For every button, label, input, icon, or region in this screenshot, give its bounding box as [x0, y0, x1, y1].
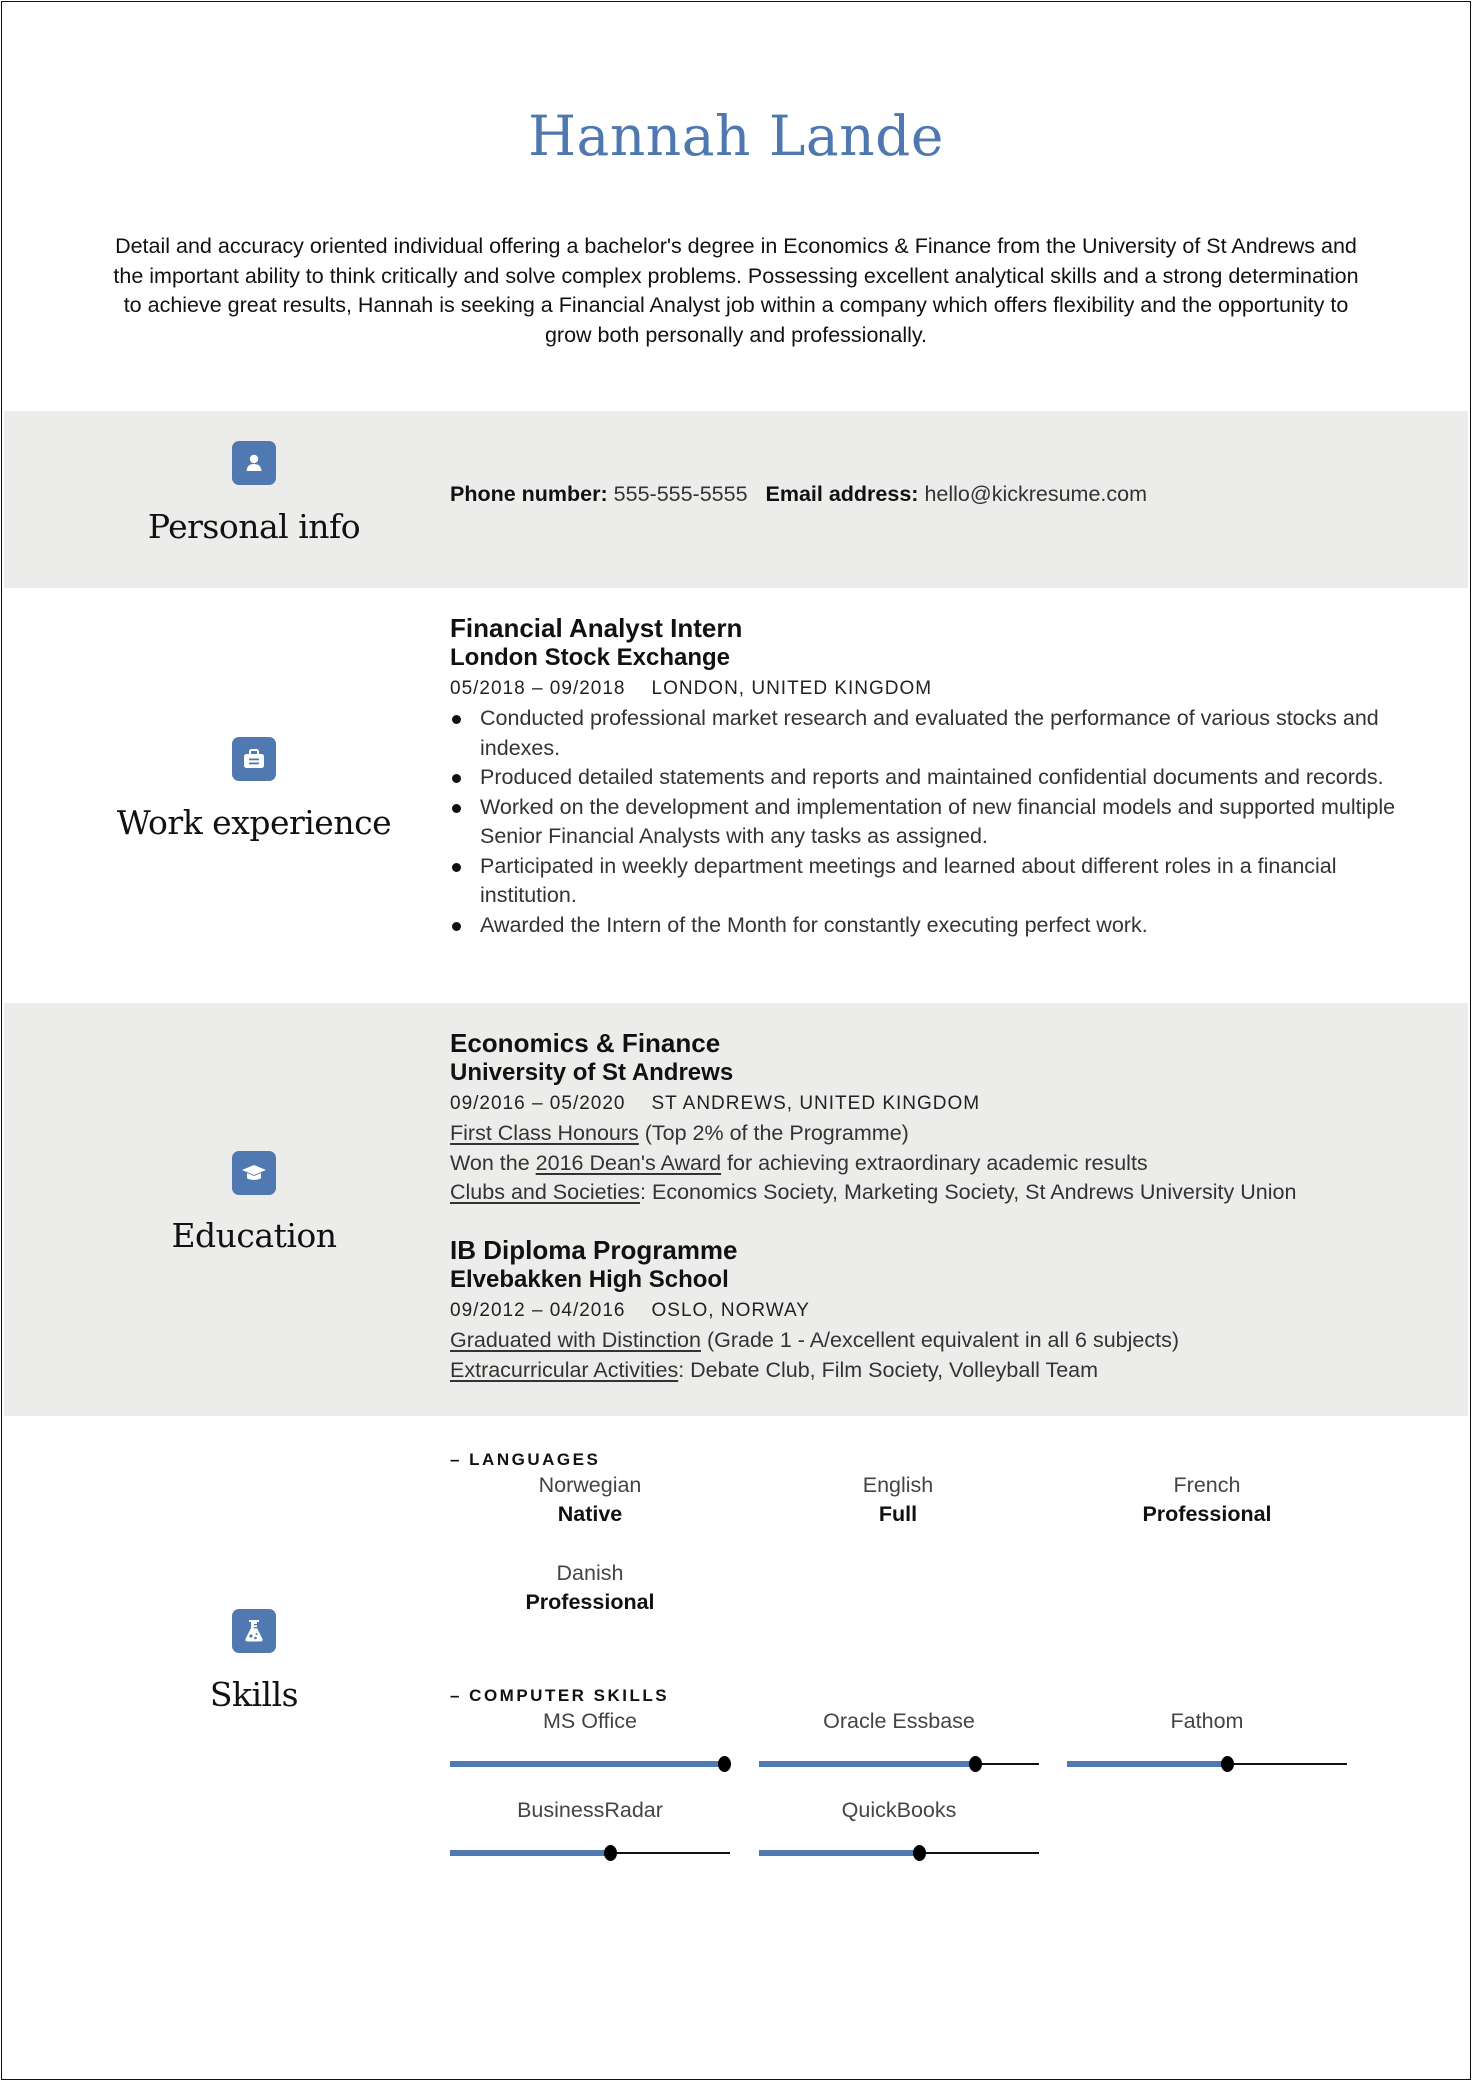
detail-text: (Top 2% of the Programme)	[638, 1121, 909, 1145]
skill-fill	[450, 1761, 725, 1767]
section-title-education: Education	[171, 1216, 337, 1255]
detail-text: : Debate Club, Film Society, Volleyball …	[678, 1357, 1099, 1382]
language-name: French	[1173, 1473, 1241, 1497]
skill-name: BusinessRadar	[517, 1798, 663, 1822]
skill-knob	[912, 1845, 926, 1861]
briefcase-icon	[232, 737, 276, 781]
languages-heading: – LANGUAGES	[450, 1450, 601, 1469]
skill-item: BusinessRadar	[450, 1796, 730, 1862]
job-meta: 05/2018 – 09/2018 LONDON, UNITED KINGDOM	[450, 674, 1408, 704]
clubs-link[interactable]: Clubs and Societies	[450, 1180, 640, 1204]
summary-paragraph: Detail and accuracy oriented individual …	[113, 234, 1359, 347]
work-experience-section: Work experience Financial Analyst Intern…	[4, 588, 1468, 1003]
language-level: Full	[878, 1502, 918, 1526]
education-meta: 09/2016 – 05/2020 ST ANDREWS, UNITED KING…	[450, 1089, 1408, 1119]
degree: Economics & Finance	[450, 1028, 721, 1058]
skill-item: Oracle Essbase	[759, 1707, 1039, 1773]
skill-level-bar	[450, 1755, 732, 1773]
section-title-skills: Skills	[209, 1675, 299, 1714]
skill-fill	[1067, 1761, 1227, 1767]
skill-fill	[759, 1850, 919, 1856]
language-name: English	[862, 1473, 934, 1497]
education-entry: IB Diploma Programme Elvebakken High Sch…	[450, 1235, 1408, 1385]
skill-level-bar	[450, 1844, 730, 1862]
skill-item: Fathom	[1067, 1707, 1347, 1773]
personal-info-section: Personal info Phone number: 555-555-5555…	[4, 411, 1468, 588]
education-dates: 09/2012 – 04/2016	[450, 1300, 626, 1321]
phone-value: 555-555-5555	[613, 482, 748, 506]
skill-level-bar	[759, 1844, 1039, 1862]
activities-link[interactable]: Extracurricular Activities	[450, 1358, 678, 1382]
detail-text: for achieving extraordinary academic res…	[721, 1150, 1148, 1175]
honours-link[interactable]: First Class Honours	[450, 1121, 639, 1145]
language-item: French Professional	[1067, 1471, 1347, 1529]
education-location: ST ANDREWS, UNITED KINGDOM	[651, 1093, 981, 1114]
skill-level-bar	[759, 1755, 1039, 1773]
job-bullet: Awarded the Intern of the Month for cons…	[452, 911, 1408, 941]
job-bullet: Produced detailed statements and reports…	[452, 763, 1408, 793]
skill-knob	[718, 1756, 732, 1772]
skills-section: Skills – LANGUAGES Norwegian Native Engl…	[4, 1416, 1468, 2076]
school: University of St Andrews	[450, 1059, 734, 1086]
education-detail: First Class Honours (Top 2% of the Progr…	[450, 1119, 1408, 1149]
education-detail: Won the 2016 Dean's Award for achieving …	[450, 1149, 1408, 1179]
detail-text: (Grade 1 - A/excellent equivalent in all…	[700, 1328, 1179, 1352]
user-icon	[232, 441, 276, 485]
skill-fill	[450, 1850, 610, 1856]
education-section: Education Economics & Finance University…	[4, 1003, 1468, 1416]
contact-line: Phone number: 555-555-5555 Email address…	[450, 482, 1408, 507]
education-location: OSLO, NORWAY	[651, 1300, 810, 1321]
skill-item: MS Office	[450, 1707, 732, 1773]
computer-skills-heading: – COMPUTER SKILLS	[450, 1686, 670, 1705]
flask-icon	[232, 1609, 276, 1653]
language-level: Professional	[525, 1590, 655, 1614]
section-title-work-experience: Work experience	[116, 803, 392, 842]
job-bullets: Conducted professional market research a…	[450, 704, 1408, 940]
email-label: Email address:	[765, 482, 919, 506]
skill-name: Oracle Essbase	[823, 1709, 975, 1733]
detail-text: : Economics Society, Marketing Society, …	[640, 1180, 1297, 1204]
skill-level-bar	[1067, 1755, 1347, 1773]
job-bullet: Conducted professional market research a…	[452, 704, 1408, 763]
candidate-name: Hannah Lande	[528, 104, 944, 168]
skill-item: QuickBooks	[759, 1796, 1039, 1862]
language-item: Norwegian Native	[450, 1471, 730, 1529]
education-detail: Graduated with Distinction (Grade 1 - A/…	[450, 1326, 1408, 1356]
skill-name: MS Office	[543, 1709, 637, 1733]
job-title: Financial Analyst Intern	[450, 613, 743, 643]
detail-text: Won the	[450, 1150, 536, 1175]
job-bullet: Participated in weekly department meetin…	[452, 852, 1408, 911]
skill-knob	[603, 1845, 617, 1861]
language-name: Danish	[556, 1561, 624, 1585]
resume-page: Hannah Lande Detail and accuracy oriente…	[1, 1, 1471, 2080]
job-entry: Financial Analyst Intern London Stock Ex…	[450, 613, 1408, 940]
school: Elvebakken High School	[450, 1266, 729, 1293]
job-company: London Stock Exchange	[450, 644, 731, 671]
skill-knob	[1220, 1756, 1234, 1772]
language-level: Professional	[1142, 1502, 1272, 1526]
email-value: hello@kickresume.com	[924, 482, 1147, 506]
graduation-cap-icon	[232, 1151, 276, 1195]
award-link[interactable]: 2016 Dean's Award	[536, 1151, 721, 1175]
job-dates: 05/2018 – 09/2018	[450, 678, 626, 699]
language-name: Norwegian	[538, 1473, 642, 1497]
skill-name: QuickBooks	[841, 1798, 957, 1822]
language-item: Danish Professional	[450, 1559, 730, 1617]
education-dates: 09/2016 – 05/2020	[450, 1093, 626, 1114]
education-detail: Extracurricular Activities: Debate Club,…	[450, 1356, 1408, 1386]
skill-name: Fathom	[1170, 1709, 1244, 1733]
education-entry: Economics & Finance University of St And…	[450, 1028, 1408, 1208]
distinction-link[interactable]: Graduated with Distinction	[450, 1328, 701, 1352]
skill-fill	[759, 1761, 975, 1767]
education-detail: Clubs and Societies: Economics Society, …	[450, 1178, 1408, 1208]
job-location: LONDON, UNITED KINGDOM	[651, 678, 933, 699]
language-level: Native	[557, 1502, 623, 1526]
degree: IB Diploma Programme	[450, 1235, 738, 1265]
language-item: English Full	[758, 1471, 1038, 1529]
job-bullet: Worked on the development and implementa…	[452, 793, 1408, 852]
phone-label: Phone number:	[450, 482, 608, 506]
education-meta: 09/2012 – 04/2016 OSLO, NORWAY	[450, 1296, 1408, 1326]
skill-knob	[968, 1756, 982, 1772]
section-title-personal-info: Personal info	[147, 507, 361, 546]
